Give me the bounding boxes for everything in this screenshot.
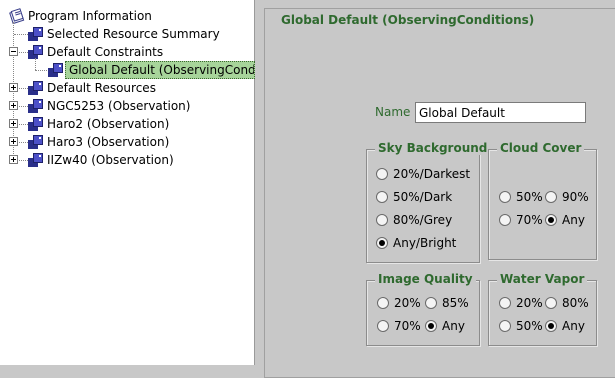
radio-label: 70% [516, 213, 543, 227]
radio-button[interactable] [499, 214, 511, 226]
program-tree[interactable]: Program Information Selected Resource Su… [0, 0, 255, 365]
node-icon [28, 81, 43, 95]
radio-label: 20%/Darkest [393, 167, 471, 181]
radio-label: 50% [516, 319, 543, 333]
observing-conditions-editor: Global Default (ObservingConditions) Nam… [264, 8, 615, 378]
tree-item-observation[interactable]: IIZw40 (Observation) [0, 151, 250, 169]
radio-label: 80% [562, 296, 589, 310]
radio-label: 50%/Dark [393, 190, 453, 204]
tree-item-observation[interactable]: Haro2 (Observation) [0, 115, 250, 133]
editor-title: Global Default (ObservingConditions) [281, 13, 535, 27]
radio-label: Any [562, 213, 585, 227]
radio-label: Any [562, 319, 585, 333]
group-title: Image Quality [375, 272, 476, 286]
tree-item-global-default[interactable]: Global Default (ObservingConditions) [0, 61, 255, 79]
radio-button[interactable] [376, 191, 388, 203]
tree-item-label: Default Resources [47, 81, 156, 95]
radio-label: 85% [442, 296, 469, 310]
tree-item-observation[interactable]: NGC5253 (Observation) [0, 97, 250, 115]
group-title: Sky Background [375, 141, 491, 155]
radio-label: 20% [394, 296, 421, 310]
radio-button[interactable] [376, 237, 388, 249]
sky-background-group: Sky Background 20%/Darkest 50%/Dark 80%/… [366, 141, 491, 263]
program-book-icon [9, 8, 25, 24]
tree-item-label: Haro3 (Observation) [47, 135, 170, 149]
node-icon [28, 27, 43, 41]
radio-button[interactable] [499, 191, 511, 203]
observation-icon [28, 99, 43, 113]
water-vapor-group: Water Vapor 20% 80% 50% Any [488, 272, 597, 346]
tree-item-default-resources[interactable]: Default Resources [0, 79, 250, 97]
group-title: Water Vapor [497, 272, 588, 286]
tree-item-default-constraints[interactable]: Default Constraints [0, 43, 250, 61]
radio-label: 90% [562, 190, 589, 204]
group-title: Cloud Cover [497, 141, 585, 155]
radio-label: Any/Bright [393, 236, 457, 250]
radio-button[interactable] [425, 320, 437, 332]
radio-label: 50% [516, 190, 543, 204]
radio-button[interactable] [376, 168, 388, 180]
radio-button[interactable] [499, 320, 511, 332]
tree-item-label: Haro2 (Observation) [47, 117, 170, 131]
radio-button[interactable] [425, 297, 437, 309]
radio-label: 80%/Grey [393, 213, 453, 227]
observation-icon [28, 135, 43, 149]
radio-button[interactable] [499, 297, 511, 309]
radio-button[interactable] [377, 297, 389, 309]
tree-item-program-information[interactable]: Program Information [0, 7, 250, 25]
image-quality-group: Image Quality 20% 85% 70% Any [366, 272, 480, 346]
tree-item-observation[interactable]: Haro3 (Observation) [0, 133, 250, 151]
tree-item-label: Global Default (ObservingConditions) [65, 61, 255, 79]
name-label: Name [375, 105, 411, 119]
node-icon [48, 63, 63, 77]
observation-icon [28, 153, 43, 167]
radio-button[interactable] [376, 214, 388, 226]
name-input[interactable] [415, 102, 586, 123]
node-icon [28, 45, 43, 59]
radio-button[interactable] [545, 320, 557, 332]
radio-label: 70% [394, 319, 421, 333]
cloud-cover-group: Cloud Cover 50% 90% 70% Any [488, 141, 597, 260]
radio-label: Any [442, 319, 465, 333]
radio-button[interactable] [545, 191, 557, 203]
tree-item-selected-resource-summary[interactable]: Selected Resource Summary [0, 25, 250, 43]
radio-button[interactable] [377, 320, 389, 332]
tree-item-label: NGC5253 (Observation) [47, 99, 191, 113]
observation-icon [28, 117, 43, 131]
tree-item-label: IIZw40 (Observation) [47, 153, 174, 167]
radio-label: 20% [516, 296, 543, 310]
radio-button[interactable] [545, 297, 557, 309]
radio-button[interactable] [545, 214, 557, 226]
tree-item-label: Default Constraints [47, 45, 164, 59]
tree-item-label: Selected Resource Summary [47, 27, 220, 41]
tree-item-label: Program Information [28, 9, 152, 23]
